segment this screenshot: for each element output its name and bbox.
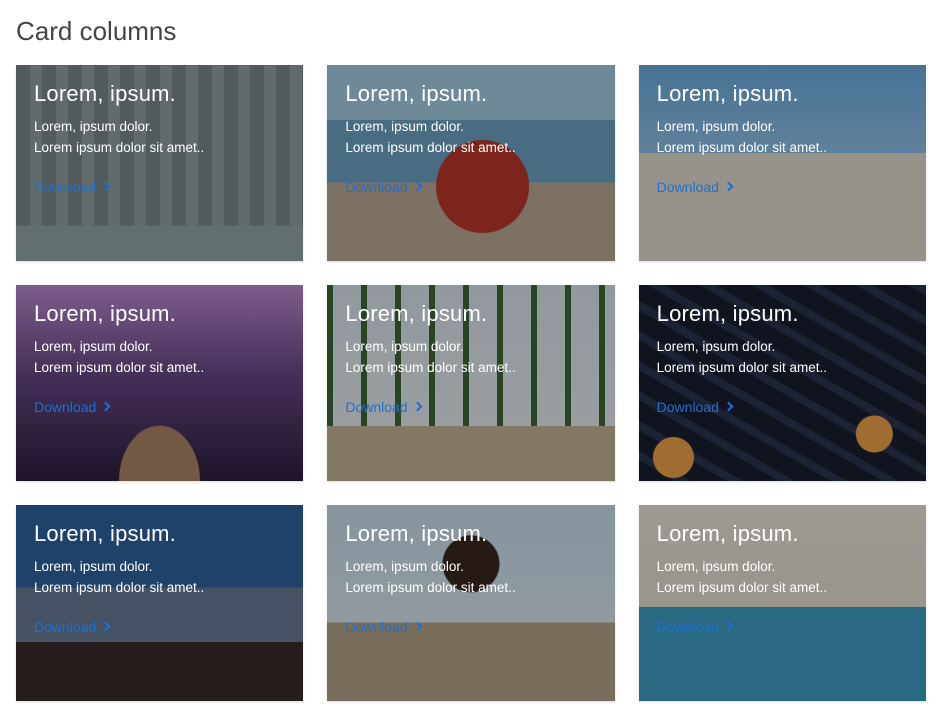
card-title: Lorem, ipsum. — [657, 301, 908, 327]
card-title: Lorem, ipsum. — [345, 521, 596, 547]
download-link[interactable]: Download — [34, 179, 109, 195]
download-link[interactable]: Download — [657, 619, 732, 635]
card-text-line-1: Lorem, ipsum dolor. — [657, 557, 908, 578]
chevron-right-icon — [723, 182, 733, 192]
chevron-right-icon — [412, 622, 422, 632]
download-link[interactable]: Download — [34, 399, 109, 415]
page-title: Card columns — [16, 16, 930, 47]
card-content: Lorem, ipsum. Lorem, ipsum dolor. Lorem … — [16, 65, 303, 213]
card-text-line-2: Lorem ipsum dolor sit amet.. — [34, 578, 285, 599]
download-link-label: Download — [34, 619, 96, 635]
card-text-line-1: Lorem, ipsum dolor. — [657, 117, 908, 138]
download-link-label: Download — [657, 179, 719, 195]
card-text-line-1: Lorem, ipsum dolor. — [657, 337, 908, 358]
card-content: Lorem, ipsum. Lorem, ipsum dolor. Lorem … — [639, 505, 926, 653]
card-text-line-1: Lorem, ipsum dolor. — [345, 557, 596, 578]
chevron-right-icon — [723, 402, 733, 412]
chevron-right-icon — [412, 402, 422, 412]
card-5: Lorem, ipsum. Lorem, ipsum dolor. Lorem … — [327, 285, 614, 481]
download-link[interactable]: Download — [345, 399, 420, 415]
card-content: Lorem, ipsum. Lorem, ipsum dolor. Lorem … — [16, 505, 303, 653]
chevron-right-icon — [101, 182, 111, 192]
card-4: Lorem, ipsum. Lorem, ipsum dolor. Lorem … — [16, 285, 303, 481]
download-link-label: Download — [34, 179, 96, 195]
card-text-line-2: Lorem ipsum dolor sit amet.. — [657, 358, 908, 379]
card-text-line-2: Lorem ipsum dolor sit amet.. — [657, 138, 908, 159]
chevron-right-icon — [101, 402, 111, 412]
card-text-line-1: Lorem, ipsum dolor. — [34, 557, 285, 578]
card-title: Lorem, ipsum. — [34, 521, 285, 547]
card-1: Lorem, ipsum. Lorem, ipsum dolor. Lorem … — [16, 65, 303, 261]
download-link-label: Download — [34, 399, 96, 415]
card-grid: Lorem, ipsum. Lorem, ipsum dolor. Lorem … — [12, 65, 930, 701]
card-text-line-1: Lorem, ipsum dolor. — [345, 117, 596, 138]
card-title: Lorem, ipsum. — [345, 81, 596, 107]
card-content: Lorem, ipsum. Lorem, ipsum dolor. Lorem … — [327, 65, 614, 213]
chevron-right-icon — [101, 622, 111, 632]
card-text-line-2: Lorem ipsum dolor sit amet.. — [345, 358, 596, 379]
download-link[interactable]: Download — [657, 179, 732, 195]
card-8: Lorem, ipsum. Lorem, ipsum dolor. Lorem … — [327, 505, 614, 701]
card-title: Lorem, ipsum. — [657, 521, 908, 547]
card-title: Lorem, ipsum. — [345, 301, 596, 327]
chevron-right-icon — [412, 182, 422, 192]
card-7: Lorem, ipsum. Lorem, ipsum dolor. Lorem … — [16, 505, 303, 701]
card-content: Lorem, ipsum. Lorem, ipsum dolor. Lorem … — [639, 65, 926, 213]
download-link-label: Download — [345, 399, 407, 415]
card-text-line-1: Lorem, ipsum dolor. — [34, 117, 285, 138]
card-title: Lorem, ipsum. — [34, 81, 285, 107]
download-link[interactable]: Download — [345, 179, 420, 195]
card-content: Lorem, ipsum. Lorem, ipsum dolor. Lorem … — [327, 505, 614, 653]
download-link[interactable]: Download — [345, 619, 420, 635]
download-link-label: Download — [657, 619, 719, 635]
card-text-line-1: Lorem, ipsum dolor. — [345, 337, 596, 358]
download-link-label: Download — [345, 179, 407, 195]
card-6: Lorem, ipsum. Lorem, ipsum dolor. Lorem … — [639, 285, 926, 481]
card-content: Lorem, ipsum. Lorem, ipsum dolor. Lorem … — [16, 285, 303, 433]
card-2: Lorem, ipsum. Lorem, ipsum dolor. Lorem … — [327, 65, 614, 261]
card-content: Lorem, ipsum. Lorem, ipsum dolor. Lorem … — [639, 285, 926, 433]
download-link-label: Download — [345, 619, 407, 635]
card-content: Lorem, ipsum. Lorem, ipsum dolor. Lorem … — [327, 285, 614, 433]
download-link[interactable]: Download — [657, 399, 732, 415]
card-9: Lorem, ipsum. Lorem, ipsum dolor. Lorem … — [639, 505, 926, 701]
card-text-line-2: Lorem ipsum dolor sit amet.. — [34, 358, 285, 379]
card-text-line-2: Lorem ipsum dolor sit amet.. — [345, 578, 596, 599]
download-link-label: Download — [657, 399, 719, 415]
card-text-line-2: Lorem ipsum dolor sit amet.. — [34, 138, 285, 159]
card-3: Lorem, ipsum. Lorem, ipsum dolor. Lorem … — [639, 65, 926, 261]
chevron-right-icon — [723, 622, 733, 632]
card-text-line-2: Lorem ipsum dolor sit amet.. — [345, 138, 596, 159]
card-title: Lorem, ipsum. — [34, 301, 285, 327]
card-text-line-2: Lorem ipsum dolor sit amet.. — [657, 578, 908, 599]
card-title: Lorem, ipsum. — [657, 81, 908, 107]
card-text-line-1: Lorem, ipsum dolor. — [34, 337, 285, 358]
download-link[interactable]: Download — [34, 619, 109, 635]
